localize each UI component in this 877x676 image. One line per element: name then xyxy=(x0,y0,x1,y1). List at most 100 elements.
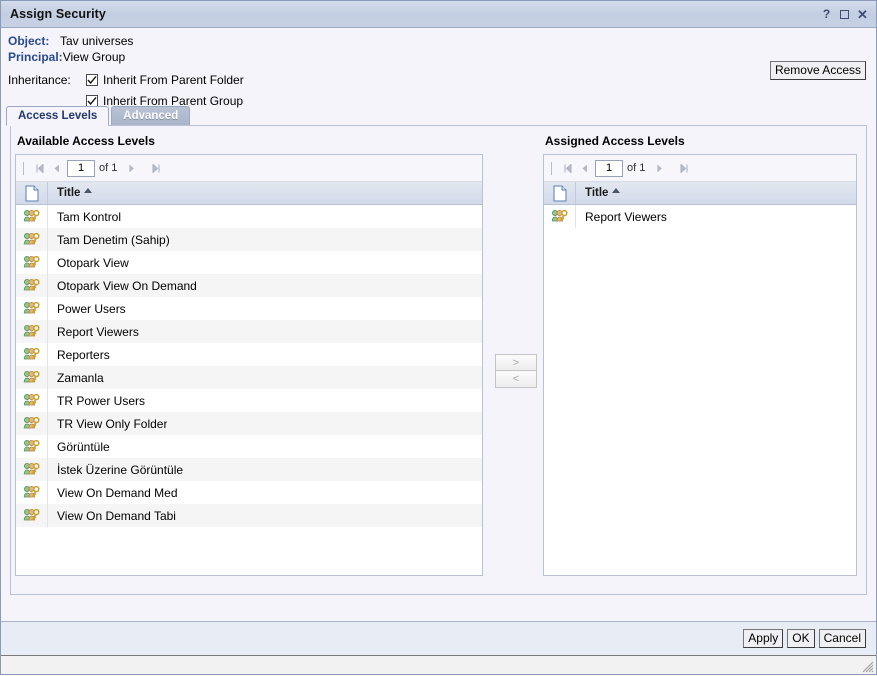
access-level-icon xyxy=(16,274,48,297)
list-item[interactable]: Görüntüle xyxy=(16,435,482,458)
assigned-column-title[interactable]: Title xyxy=(576,187,621,199)
list-item[interactable]: Report Viewers xyxy=(544,205,856,228)
access-levels-panel: Available Access Levels of 1 xyxy=(10,125,867,595)
available-table-header: Title xyxy=(16,182,482,205)
header-area: Object: Tav universes Principal: View Gr… xyxy=(1,28,876,108)
content-filler xyxy=(1,595,876,621)
sort-ascending-icon xyxy=(84,187,93,193)
list-item-label: Otopark View On Demand xyxy=(57,278,197,293)
document-icon xyxy=(16,182,48,204)
available-page-input[interactable] xyxy=(67,159,95,177)
list-item-label: TR View Only Folder xyxy=(57,416,168,431)
access-level-icon xyxy=(16,435,48,458)
access-level-icon xyxy=(16,228,48,251)
last-page-icon[interactable] xyxy=(676,160,693,177)
list-item-label: Reporters xyxy=(57,347,110,362)
list-item[interactable]: View On Demand Tabi xyxy=(16,504,482,527)
last-page-icon[interactable] xyxy=(148,160,165,177)
list-item-label: Tam Kontrol xyxy=(57,209,122,224)
available-pager: of 1 xyxy=(16,155,482,182)
list-item[interactable]: Reporters xyxy=(16,343,482,366)
access-level-icon xyxy=(16,481,48,504)
help-icon[interactable]: ? xyxy=(819,7,834,22)
pager-divider xyxy=(551,161,552,175)
inherit-from-parent-folder-label: Inherit From Parent Folder xyxy=(103,72,244,87)
principal-label: Principal: xyxy=(8,50,63,64)
assigned-page-input[interactable] xyxy=(595,159,623,177)
list-item[interactable]: View On Demand Med xyxy=(16,481,482,504)
list-item-label: TR Power Users xyxy=(57,393,146,408)
assigned-listbox: of 1 Title xyxy=(543,154,857,576)
object-row: Object: Tav universes xyxy=(8,33,876,49)
assigned-column-title-label: Title xyxy=(585,187,609,199)
resize-grip-icon[interactable] xyxy=(861,660,874,673)
available-column-title-label: Title xyxy=(57,187,81,199)
titlebar: Assign Security ? ✕ xyxy=(1,1,876,28)
access-level-icon xyxy=(16,504,48,527)
tabstrip: Access Levels Advanced xyxy=(1,103,876,126)
access-level-icon xyxy=(16,205,48,228)
remove-access-level-button[interactable]: < xyxy=(495,371,537,388)
list-item-label: Zamanla xyxy=(57,370,104,385)
tab-advanced[interactable]: Advanced xyxy=(111,106,191,126)
available-access-levels-title: Available Access Levels xyxy=(17,134,155,148)
access-level-icon xyxy=(16,412,48,435)
assigned-access-levels-title: Assigned Access Levels xyxy=(545,134,685,148)
list-item[interactable]: Power Users xyxy=(16,297,482,320)
assigned-rows: Report Viewers xyxy=(544,205,856,575)
cancel-button[interactable]: Cancel xyxy=(818,629,866,648)
access-level-icon xyxy=(16,297,48,320)
statusbar xyxy=(1,655,876,674)
access-level-icon xyxy=(16,320,48,343)
principal-row: Principal: View Group xyxy=(8,49,876,65)
list-item[interactable]: TR Power Users xyxy=(16,389,482,412)
first-page-icon[interactable] xyxy=(31,160,48,177)
available-listbox: of 1 Title xyxy=(15,154,483,576)
principal-value: View Group xyxy=(62,50,126,64)
access-level-icon xyxy=(16,458,48,481)
next-page-icon[interactable] xyxy=(651,160,668,177)
access-level-icon xyxy=(16,389,48,412)
pager-divider xyxy=(23,161,24,175)
available-page-of-label: of 1 xyxy=(99,162,118,174)
maximize-icon[interactable] xyxy=(837,7,852,22)
next-page-icon[interactable] xyxy=(123,160,140,177)
sort-ascending-icon xyxy=(612,187,621,193)
previous-page-icon[interactable] xyxy=(48,160,65,177)
available-rows: Tam Kontrol Tam Denetim (Sahip) Otopark Vi… xyxy=(16,205,482,575)
previous-page-icon[interactable] xyxy=(576,160,593,177)
list-item-label: Report Viewers xyxy=(57,324,139,339)
add-access-level-button[interactable]: > xyxy=(495,354,537,371)
list-item-label: Report Viewers xyxy=(585,209,667,224)
list-item-label: İstek Üzerine Görüntüle xyxy=(57,462,184,477)
maximize-box-glyph xyxy=(840,9,849,19)
inheritance-label: Inheritance: xyxy=(8,72,71,87)
access-level-icon xyxy=(544,205,576,228)
window-title: Assign Security xyxy=(10,7,106,21)
access-level-icon xyxy=(16,251,48,274)
available-column-title[interactable]: Title xyxy=(48,187,93,199)
ok-button[interactable]: OK xyxy=(787,629,815,648)
remove-access-button[interactable]: Remove Access xyxy=(769,61,866,80)
list-item[interactable]: Tam Kontrol xyxy=(16,205,482,228)
assign-security-dialog: Assign Security ? ✕ Object: Tav universe… xyxy=(0,0,877,675)
list-item[interactable]: Otopark View xyxy=(16,251,482,274)
access-level-icon xyxy=(16,343,48,366)
list-item[interactable]: Otopark View On Demand xyxy=(16,274,482,297)
list-item[interactable]: İstek Üzerine Görüntüle xyxy=(16,458,482,481)
assigned-pager: of 1 xyxy=(544,155,856,182)
close-icon[interactable]: ✕ xyxy=(855,7,870,22)
assigned-access-levels-panel: Assigned Access Levels of 1 xyxy=(543,126,866,594)
list-item[interactable]: Report Viewers xyxy=(16,320,482,343)
inherit-folder-row: Inheritance: Inherit From Parent Folder xyxy=(8,69,876,90)
first-page-icon[interactable] xyxy=(559,160,576,177)
transfer-buttons-panel: > < xyxy=(489,126,543,594)
list-item[interactable]: TR View Only Folder xyxy=(16,412,482,435)
list-item-label: View On Demand Med xyxy=(57,485,178,500)
list-item[interactable]: Tam Denetim (Sahip) xyxy=(16,228,482,251)
inherit-from-parent-folder-checkbox[interactable] xyxy=(86,73,98,86)
apply-button[interactable]: Apply xyxy=(743,629,784,648)
tab-access-levels[interactable]: Access Levels xyxy=(6,106,110,126)
list-item-label: View On Demand Tabi xyxy=(57,508,176,523)
list-item[interactable]: Zamanla xyxy=(16,366,482,389)
